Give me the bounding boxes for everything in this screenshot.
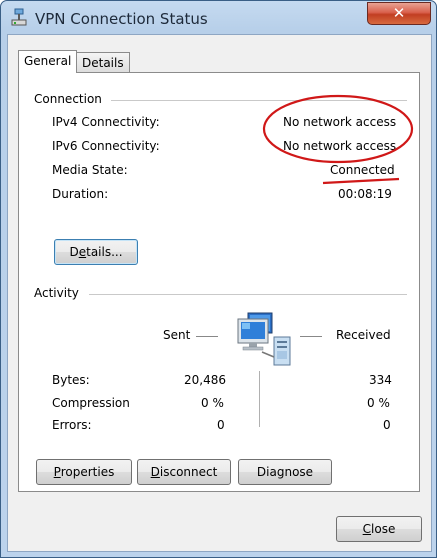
details-button-mnemonic: e xyxy=(78,245,87,259)
compression-received: 0 % xyxy=(367,396,390,410)
bytes-label: Bytes: xyxy=(52,373,90,387)
connection-divider xyxy=(111,100,407,101)
window-title: VPN Connection Status xyxy=(35,10,208,28)
received-line xyxy=(300,336,322,337)
errors-sent: 0 xyxy=(217,418,225,432)
tab-details-label: Details xyxy=(82,56,124,70)
diagnose-button[interactable]: Diagnose xyxy=(238,459,332,485)
network-connection-icon xyxy=(11,8,27,26)
compression-label: Compression xyxy=(52,396,130,410)
properties-label: roperties xyxy=(60,465,115,479)
duration-label: Duration: xyxy=(52,187,109,201)
properties-button[interactable]: Properties xyxy=(36,459,132,485)
general-tab-panel: Connection IPv4 Connectivity: No network… xyxy=(18,72,420,492)
bytes-received: 334 xyxy=(369,373,392,387)
received-label: Received xyxy=(336,328,391,342)
tab-general[interactable]: General xyxy=(18,50,78,73)
title-bar[interactable]: VPN Connection Status ✕ xyxy=(1,1,436,35)
close-icon: ✕ xyxy=(392,4,406,22)
close-window-button[interactable]: ✕ xyxy=(367,2,431,25)
properties-mnemonic: P xyxy=(53,465,61,479)
tab-details[interactable]: Details xyxy=(76,52,130,73)
ipv4-label: IPv4 Connectivity: xyxy=(52,115,160,129)
close-label: lose xyxy=(371,522,396,536)
duration-value: 00:08:19 xyxy=(338,187,392,201)
tab-general-label: General xyxy=(24,54,72,68)
close-button[interactable]: Close xyxy=(336,516,422,542)
disconnect-mnemonic: D xyxy=(150,465,160,479)
details-button-label-a: D xyxy=(69,245,79,259)
errors-received: 0 xyxy=(383,418,391,432)
ipv6-value: No network access xyxy=(283,139,397,153)
media-state-value: Connected xyxy=(330,163,395,177)
connection-heading: Connection xyxy=(34,92,102,106)
network-computers-icon xyxy=(237,312,291,366)
disconnect-button[interactable]: Disconnect xyxy=(137,459,231,485)
diagnose-label: Diagnose xyxy=(256,465,314,479)
bytes-sent: 20,486 xyxy=(184,373,226,387)
sent-line xyxy=(196,336,218,337)
dialog-client-area: General Details Connection IPv4 Connecti… xyxy=(7,34,432,552)
compression-sent: 0 % xyxy=(201,396,224,410)
close-mnemonic: C xyxy=(362,522,372,536)
disconnect-label: isconnect xyxy=(159,465,218,479)
ipv6-label: IPv6 Connectivity: xyxy=(52,139,160,153)
activity-heading: Activity xyxy=(34,286,79,300)
sent-label: Sent xyxy=(163,328,191,342)
media-state-label: Media State: xyxy=(52,163,128,177)
details-button-label-b: tails... xyxy=(86,245,123,259)
activity-divider xyxy=(89,294,407,295)
errors-label: Errors: xyxy=(52,418,92,432)
details-button[interactable]: Details... xyxy=(54,239,138,265)
vpn-status-window: VPN Connection Status ✕ General Details … xyxy=(0,0,437,558)
activity-column-divider xyxy=(259,371,260,427)
ipv4-value: No network access xyxy=(283,115,397,129)
